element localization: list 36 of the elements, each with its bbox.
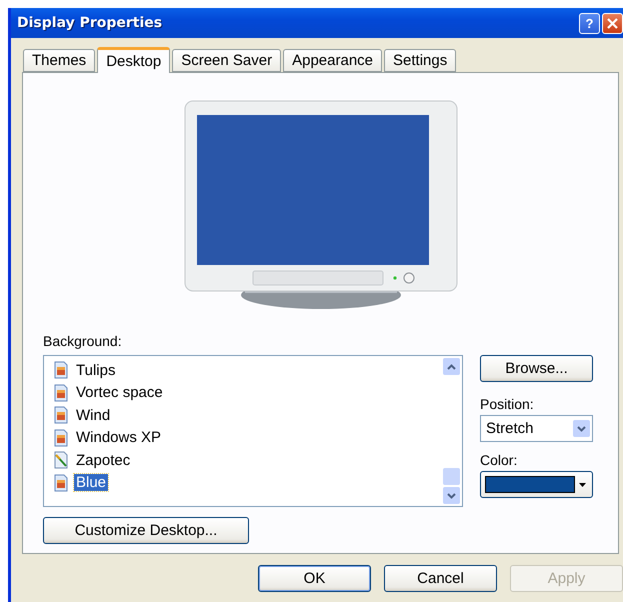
tab[interactable]: Screen Saver <box>172 49 282 72</box>
scrollbar[interactable] <box>443 356 462 506</box>
image-file-icon <box>52 474 70 492</box>
list-item[interactable]: Tulips <box>74 362 118 379</box>
image-file-icon <box>52 384 70 402</box>
dialog-button[interactable]: Cancel <box>384 565 497 592</box>
list-item[interactable]: Windows XP <box>74 429 164 446</box>
chevron-down-icon <box>577 426 586 432</box>
dialog-button[interactable]: OK <box>258 565 371 592</box>
chevron-up-icon <box>447 364 456 370</box>
color-label: Color: <box>480 452 518 468</box>
tab[interactable]: Desktop <box>97 47 170 73</box>
list-item[interactable]: Zapotec <box>74 452 132 469</box>
customize-desktop-button[interactable]: Customize Desktop... <box>43 517 249 544</box>
scroll-thumb[interactable] <box>443 468 460 485</box>
close-button[interactable] <box>602 12 623 34</box>
position-label: Position: <box>480 396 535 412</box>
tab[interactable]: Settings <box>384 49 456 72</box>
browse-button[interactable]: Browse... <box>480 355 593 382</box>
close-icon <box>607 18 618 28</box>
pen-file-icon <box>52 451 70 470</box>
background-label: Background: <box>43 333 123 349</box>
image-file-icon <box>52 361 70 380</box>
tab[interactable]: Appearance <box>283 49 382 72</box>
help-button[interactable]: ? <box>579 12 600 34</box>
list-item[interactable]: Vortec space <box>74 384 165 402</box>
image-file-icon <box>52 428 70 447</box>
image-file-icon <box>52 406 70 424</box>
window-title: Display Properties <box>17 15 162 31</box>
tab[interactable]: Themes <box>23 49 96 72</box>
position-dropdown[interactable]: Stretch <box>480 415 593 442</box>
chevron-down-icon <box>447 492 456 498</box>
color-picker[interactable] <box>480 471 593 498</box>
list-item[interactable]: Blue <box>74 474 108 492</box>
caret-icon <box>579 482 586 486</box>
list-item[interactable]: Wind <box>74 406 112 424</box>
